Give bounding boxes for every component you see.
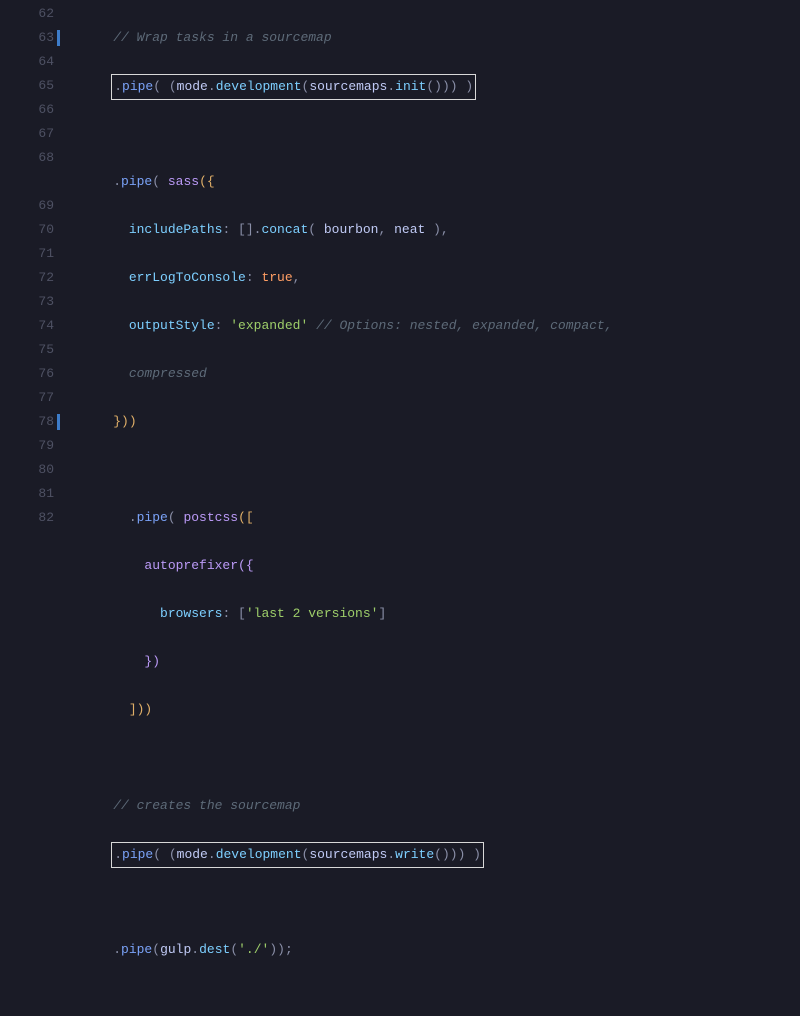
line-number: 65 (0, 74, 54, 98)
code-line[interactable]: .pipe( sass({ (82, 170, 800, 194)
line-number: 82 (0, 506, 54, 530)
comment: // Wrap tasks in a sourcemap (113, 30, 331, 45)
line-number: 71 (0, 242, 54, 266)
line-number: 63 (0, 26, 54, 50)
gutter-mark-icon (57, 30, 60, 46)
line-number: 76 (0, 362, 54, 386)
code-line[interactable]: autoprefixer({ (82, 554, 800, 578)
code-editor[interactable]: // Wrap tasks in a sourcemap .pipe( (mod… (62, 0, 800, 508)
code-line[interactable] (82, 746, 800, 770)
line-number: 75 (0, 338, 54, 362)
line-number: 78 (0, 410, 54, 434)
code-line[interactable]: errLogToConsole: true, (82, 266, 800, 290)
line-number: 80 (0, 458, 54, 482)
line-number: 62 (0, 2, 54, 26)
code-line[interactable]: // creates the sourcemap (82, 794, 800, 818)
code-line[interactable]: browsers: ['last 2 versions'] (82, 602, 800, 626)
line-number: 74 (0, 314, 54, 338)
comment: compressed (129, 366, 207, 381)
line-number-gutter: 62 63 64 65 66 67 68 69 70 71 72 73 74 7… (0, 0, 62, 508)
comment: // Options: nested, expanded, compact, (316, 318, 612, 333)
highlighted-box: .pipe( (mode.development(sourcemaps.writ… (111, 842, 484, 868)
code-line[interactable]: // Wrap tasks in a sourcemap (82, 26, 800, 50)
code-line[interactable]: includePaths: [].concat( bourbon, neat )… (82, 218, 800, 242)
line-number: 69 (0, 194, 54, 218)
highlighted-box: .pipe( (mode.development(sourcemaps.init… (111, 74, 476, 100)
code-line[interactable] (82, 122, 800, 146)
line-number: 72 (0, 266, 54, 290)
line-number: 67 (0, 122, 54, 146)
code-line[interactable]: })) (82, 410, 800, 434)
line-number: 73 (0, 290, 54, 314)
line-number: 77 (0, 386, 54, 410)
code-line[interactable]: .pipe( postcss([ (82, 506, 800, 530)
gutter-mark-icon (57, 414, 60, 430)
code-line[interactable] (82, 986, 800, 1010)
comment: // creates the sourcemap (113, 798, 300, 813)
code-line[interactable]: outputStyle: 'expanded' // Options: nest… (82, 314, 800, 338)
line-number: 79 (0, 434, 54, 458)
code-line[interactable]: .pipe( (mode.development(sourcemaps.writ… (82, 842, 800, 866)
code-line[interactable]: }) (82, 650, 800, 674)
line-number: 70 (0, 218, 54, 242)
code-line[interactable] (82, 458, 800, 482)
line-number: 68 (0, 146, 54, 170)
code-line[interactable]: ])) (82, 698, 800, 722)
code-line[interactable] (82, 890, 800, 914)
code-line[interactable]: .pipe(gulp.dest('./')); (82, 938, 800, 962)
code-line[interactable]: compressed (82, 362, 800, 386)
line-number (0, 170, 54, 194)
code-line[interactable]: .pipe( (mode.development(sourcemaps.init… (82, 74, 800, 98)
line-number: 66 (0, 98, 54, 122)
line-number: 81 (0, 482, 54, 506)
line-number: 64 (0, 50, 54, 74)
